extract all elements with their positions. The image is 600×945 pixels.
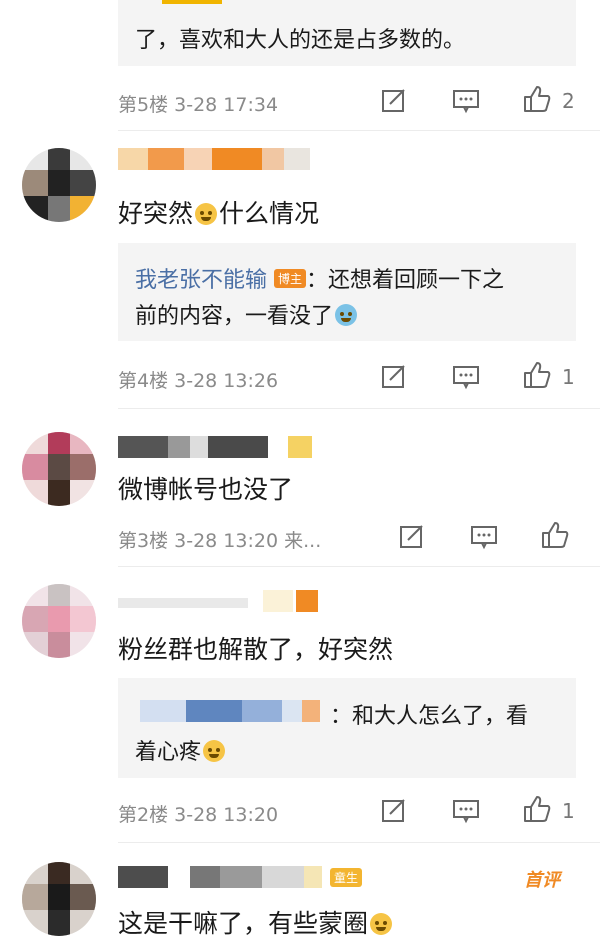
comment-4-reply-line1: 我老张不能输 博主 ：还想着回顾一下之 xyxy=(135,268,505,293)
comment-2-meta: 第2楼 3-28 13:20 xyxy=(118,800,278,827)
top-comment-label: 首评 xyxy=(524,870,560,891)
comment-2-reply-line2: 着心疼 xyxy=(135,734,227,766)
floor-label: 第4楼 xyxy=(118,370,169,392)
emoji-icon xyxy=(203,740,226,762)
comment-icon[interactable] xyxy=(452,364,480,390)
thumbs-up-icon[interactable] xyxy=(522,84,552,114)
reply-author-link[interactable]: 我老张不能输 xyxy=(135,268,267,293)
username-blurred[interactable] xyxy=(118,590,320,612)
timestamp: 3-28 13:20 xyxy=(174,530,279,552)
avatar[interactable] xyxy=(22,148,96,222)
comment-2-text: 粉丝群也解散了，好突然 xyxy=(118,635,394,664)
timestamp: 3-28 13:26 xyxy=(174,370,279,392)
comment-5-meta: 第5楼 3-28 17:34 xyxy=(118,90,278,117)
thumbs-up-icon[interactable] xyxy=(522,794,552,824)
avatar[interactable] xyxy=(22,862,96,936)
emoji-icon xyxy=(335,304,358,326)
avatar[interactable] xyxy=(22,584,96,658)
user-level-badge: 童生 xyxy=(330,868,363,887)
comment-4-text: 好突然 什么情况 xyxy=(118,199,320,228)
edit-icon[interactable] xyxy=(380,796,408,824)
thumbs-up-icon[interactable] xyxy=(522,360,552,390)
timestamp: 3-28 17:34 xyxy=(174,94,279,116)
comment-3-meta: 第3楼 3-28 13:20 来... xyxy=(118,526,321,553)
comment-4-meta: 第4楼 3-28 13:26 xyxy=(118,366,278,393)
comment-icon[interactable] xyxy=(470,524,498,550)
comment-5-text: 了，喜欢和大人的还是占多数的。 xyxy=(135,28,466,53)
thumbs-up-icon[interactable] xyxy=(540,520,570,550)
edit-icon[interactable] xyxy=(380,86,408,114)
username-blurred[interactable] xyxy=(118,436,313,458)
scroll-accent xyxy=(162,0,222,4)
comment-1-text: 这是干嘛了，有些蒙圈 xyxy=(118,904,394,940)
like-count: 1 xyxy=(562,799,575,823)
floor-label: 第5楼 xyxy=(118,94,169,116)
floor-label: 第3楼 xyxy=(118,530,169,552)
edit-icon[interactable] xyxy=(380,362,408,390)
username-blurred[interactable] xyxy=(118,866,328,888)
divider xyxy=(118,566,600,567)
comment-3-text: 微博帐号也没了 xyxy=(118,475,294,504)
author-badge: 博主 xyxy=(274,269,307,288)
avatar[interactable] xyxy=(22,432,96,506)
divider xyxy=(118,130,600,131)
more-link[interactable]: 来... xyxy=(284,530,321,552)
comment-5: 了，喜欢和大人的还是占多数的。 第5楼 3-28 17:34 2 xyxy=(0,0,600,140)
like-count: 1 xyxy=(562,365,575,389)
divider xyxy=(118,842,600,843)
edit-icon[interactable] xyxy=(398,522,426,550)
comment-2-reply-line1: ：和大人怎么了，看 xyxy=(330,704,529,729)
divider xyxy=(118,408,600,409)
comment-4-reply-line2: 前的内容，一看没了 xyxy=(135,298,359,330)
emoji-icon xyxy=(370,913,393,935)
emoji-icon xyxy=(195,203,218,225)
floor-label: 第2楼 xyxy=(118,804,169,826)
reply-author-blurred[interactable] xyxy=(140,700,322,722)
like-count: 2 xyxy=(562,89,575,113)
comment-icon[interactable] xyxy=(452,798,480,824)
timestamp: 3-28 13:20 xyxy=(174,804,279,826)
username-blurred[interactable] xyxy=(118,148,313,170)
comment-icon[interactable] xyxy=(452,88,480,114)
